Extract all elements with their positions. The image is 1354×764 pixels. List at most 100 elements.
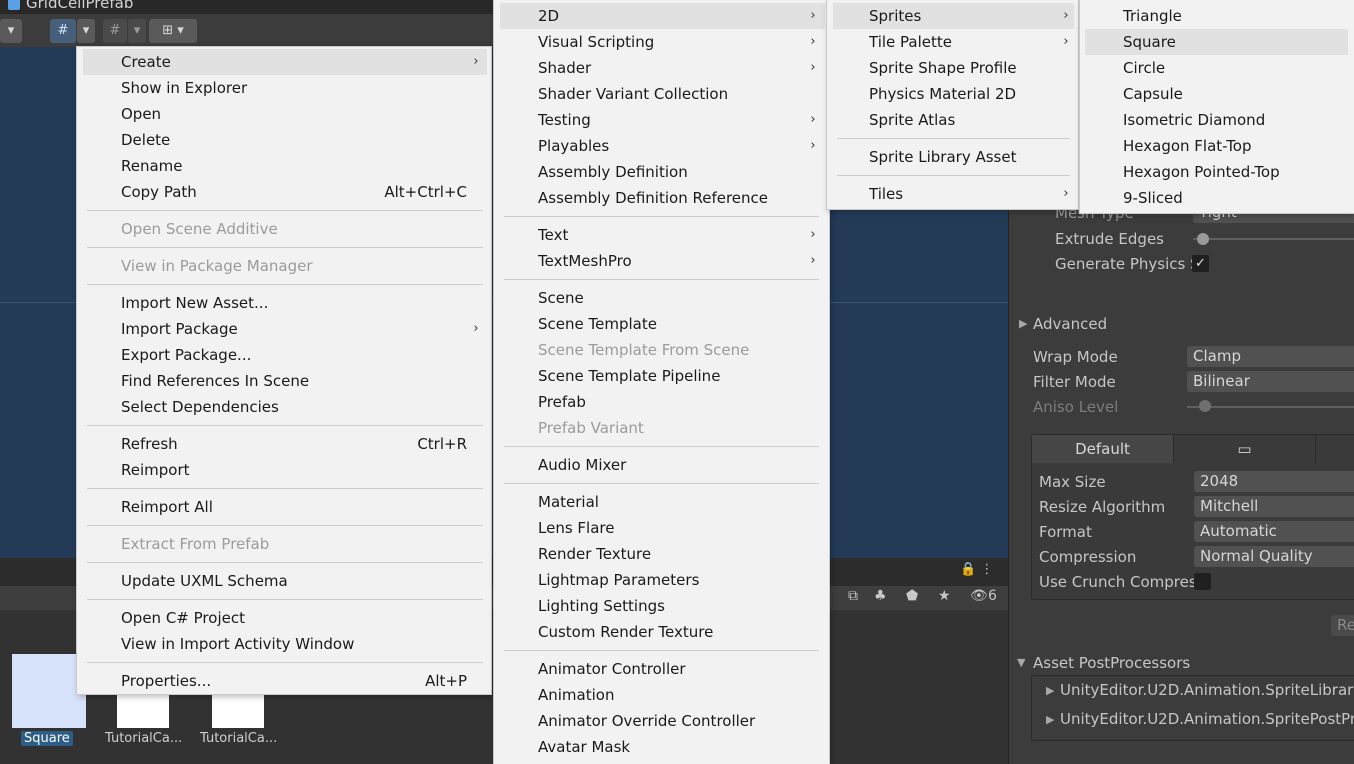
format-dropdown[interactable]: Automatic bbox=[1194, 521, 1354, 542]
menu-item-copy-path[interactable]: Copy Path Alt+Ctrl+C bbox=[83, 179, 487, 205]
filter-type-icon[interactable]: ♣ bbox=[874, 588, 887, 604]
menu-item-lens-flare[interactable]: Lens Flare bbox=[500, 515, 825, 541]
advanced-foldout-label[interactable]: Advanced bbox=[1033, 315, 1107, 333]
menu-item-refresh[interactable]: Refresh Ctrl+R bbox=[83, 431, 487, 457]
grid-snap-dropdown-icon[interactable]: ▾ bbox=[77, 19, 95, 43]
menu-item-import-new-asset[interactable]: Import New Asset... bbox=[83, 290, 487, 316]
menu-item-custom-render-texture[interactable]: Custom Render Texture bbox=[500, 619, 825, 645]
menu-item-find-references[interactable]: Find References In Scene bbox=[83, 368, 487, 394]
menu-item-scene-template-pipeline[interactable]: Scene Template Pipeline bbox=[500, 363, 825, 389]
menu-item-2d[interactable]: 2D › bbox=[500, 3, 825, 29]
menu-item-lighting-settings[interactable]: Lighting Settings bbox=[500, 593, 825, 619]
grid-toggle-icon[interactable]: # bbox=[103, 19, 127, 43]
advanced-foldout-icon[interactable]: ▶ bbox=[1019, 317, 1027, 330]
menu-item-9-sliced[interactable]: 9-Sliced bbox=[1085, 185, 1348, 211]
asset-thumbnail-square[interactable] bbox=[12, 654, 86, 728]
menu-item-prefab[interactable]: Prefab bbox=[500, 389, 825, 415]
menu-item-lightmap-parameters[interactable]: Lightmap Parameters bbox=[500, 567, 825, 593]
lock-icon[interactable]: 🔒 ⋮ bbox=[960, 562, 993, 577]
asset-postprocessors-foldout-icon[interactable]: ▼ bbox=[1017, 656, 1025, 669]
menu-item-testing[interactable]: Testing › bbox=[500, 107, 825, 133]
menu-item-assembly-definition[interactable]: Assembly Definition bbox=[500, 159, 825, 185]
menu-item-animator-controller[interactable]: Animator Controller bbox=[500, 656, 825, 682]
asset-label-square[interactable]: Square bbox=[21, 731, 73, 746]
menu-item-sprite-atlas[interactable]: Sprite Atlas bbox=[833, 107, 1074, 133]
revert-button[interactable]: Re bbox=[1331, 615, 1354, 636]
postprocessor-foldout-icon[interactable]: ▶ bbox=[1046, 684, 1054, 697]
wrap-mode-dropdown[interactable]: Clamp bbox=[1187, 346, 1354, 367]
menu-item-square[interactable]: Square bbox=[1085, 29, 1348, 55]
aniso-level-slider[interactable] bbox=[1199, 400, 1211, 412]
menu-separator bbox=[87, 662, 483, 663]
menu-item-rename[interactable]: Rename bbox=[83, 153, 487, 179]
menu-item-create[interactable]: Create › bbox=[83, 49, 487, 75]
menu-item-open[interactable]: Open bbox=[83, 101, 487, 127]
menu-item-view-import-activity[interactable]: View in Import Activity Window bbox=[83, 631, 487, 657]
menu-item-text[interactable]: Text › bbox=[500, 222, 825, 248]
asset-label-tutorial-1[interactable]: TutorialCa... bbox=[105, 731, 182, 746]
menu-item-properties[interactable]: Properties... Alt+P bbox=[83, 668, 487, 694]
menu-item-scene[interactable]: Scene bbox=[500, 285, 825, 311]
favorite-star-icon[interactable]: ★ bbox=[938, 588, 951, 604]
menu-item-triangle[interactable]: Triangle bbox=[1085, 3, 1348, 29]
postprocessor-item[interactable]: UnityEditor.U2D.Animation.SpriteLibraryS bbox=[1060, 681, 1354, 699]
menu-separator bbox=[837, 175, 1070, 176]
menu-item-sprites[interactable]: Sprites › bbox=[833, 3, 1074, 29]
menu-item-shader-variant-collection[interactable]: Shader Variant Collection bbox=[500, 81, 825, 107]
menu-item-scene-template[interactable]: Scene Template bbox=[500, 311, 825, 337]
menu-item-animator-override-controller[interactable]: Animator Override Controller bbox=[500, 708, 825, 734]
grid-snap-icon[interactable]: # bbox=[50, 19, 76, 43]
menu-item-update-uxml-schema[interactable]: Update UXML Schema bbox=[83, 568, 487, 594]
generate-physics-checkbox[interactable]: ✓ bbox=[1192, 255, 1209, 272]
menu-item-show-in-explorer[interactable]: Show in Explorer bbox=[83, 75, 487, 101]
chevron-right-icon: › bbox=[810, 8, 816, 23]
menu-item-material[interactable]: Material bbox=[500, 489, 825, 515]
tab-default[interactable]: Default bbox=[1032, 435, 1174, 463]
extrude-edges-slider[interactable] bbox=[1197, 233, 1209, 245]
menu-item-textmeshpro[interactable]: TextMeshPro › bbox=[500, 248, 825, 274]
menu-item-open-csharp-project[interactable]: Open C# Project bbox=[83, 605, 487, 631]
tab-standalone-monitor-icon[interactable]: ▭ bbox=[1174, 435, 1316, 463]
label-tag-icon[interactable]: ⬟ bbox=[906, 588, 918, 604]
use-crunch-checkbox[interactable] bbox=[1194, 573, 1211, 590]
hidden-eye-icon[interactable]: 👁 bbox=[970, 588, 988, 604]
menu-item-hexagon-pointed-top[interactable]: Hexagon Pointed-Top bbox=[1085, 159, 1348, 185]
menu-item-sprite-shape-profile[interactable]: Sprite Shape Profile bbox=[833, 55, 1074, 81]
increment-snap-icon[interactable]: ⊞ ▾ bbox=[149, 19, 197, 43]
menu-item-playables[interactable]: Playables › bbox=[500, 133, 825, 159]
grid-toggle-dropdown-icon[interactable]: ▾ bbox=[128, 19, 146, 43]
asset-label-tutorial-2[interactable]: TutorialCa... bbox=[200, 731, 277, 746]
menu-item-audio-mixer[interactable]: Audio Mixer bbox=[500, 452, 825, 478]
menu-item-delete[interactable]: Delete bbox=[83, 127, 487, 153]
menu-item-tile-palette[interactable]: Tile Palette › bbox=[833, 29, 1074, 55]
menu-item-select-dependencies[interactable]: Select Dependencies bbox=[83, 394, 487, 420]
menu-item-shader[interactable]: Shader › bbox=[500, 55, 825, 81]
postprocessor-foldout-icon[interactable]: ▶ bbox=[1046, 713, 1054, 726]
asset-postprocessors-label[interactable]: Asset PostProcessors bbox=[1033, 654, 1190, 672]
menu-item-circle[interactable]: Circle bbox=[1085, 55, 1348, 81]
menu-item-capsule[interactable]: Capsule bbox=[1085, 81, 1348, 107]
menu-item-sprite-library-asset[interactable]: Sprite Library Asset bbox=[833, 144, 1074, 170]
postprocessor-item[interactable]: UnityEditor.U2D.Animation.SpritePostProc bbox=[1060, 710, 1354, 728]
menu-item-hexagon-flat-top[interactable]: Hexagon Flat-Top bbox=[1085, 133, 1348, 159]
resize-algorithm-dropdown[interactable]: Mitchell bbox=[1194, 496, 1354, 517]
max-size-dropdown[interactable]: 2048 bbox=[1194, 471, 1354, 492]
menu-item-animation[interactable]: Animation bbox=[500, 682, 825, 708]
menu-item-import-package[interactable]: Import Package › bbox=[83, 316, 487, 342]
create-submenu: 2D › Visual Scripting › Shader › Shader Var… bbox=[493, 0, 830, 764]
menu-item-assembly-definition-reference[interactable]: Assembly Definition Reference bbox=[500, 185, 825, 211]
window-icon[interactable]: ⧉ bbox=[848, 588, 858, 604]
compression-dropdown[interactable]: Normal Quality bbox=[1194, 546, 1354, 567]
filter-mode-dropdown[interactable]: Bilinear bbox=[1187, 371, 1354, 392]
menu-item-reimport[interactable]: Reimport bbox=[83, 457, 487, 483]
menu-item-isometric-diamond[interactable]: Isometric Diamond bbox=[1085, 107, 1348, 133]
menu-item-visual-scripting[interactable]: Visual Scripting › bbox=[500, 29, 825, 55]
menu-item-tiles[interactable]: Tiles › bbox=[833, 181, 1074, 207]
menu-item-avatar-mask[interactable]: Avatar Mask bbox=[500, 734, 825, 760]
chevron-right-icon: › bbox=[1063, 186, 1069, 201]
menu-item-export-package[interactable]: Export Package... bbox=[83, 342, 487, 368]
toolbar-dropdown-icon[interactable]: ▾ bbox=[0, 19, 22, 43]
menu-item-render-texture[interactable]: Render Texture bbox=[500, 541, 825, 567]
menu-item-physics-material-2d[interactable]: Physics Material 2D bbox=[833, 81, 1074, 107]
menu-item-reimport-all[interactable]: Reimport All bbox=[83, 494, 487, 520]
